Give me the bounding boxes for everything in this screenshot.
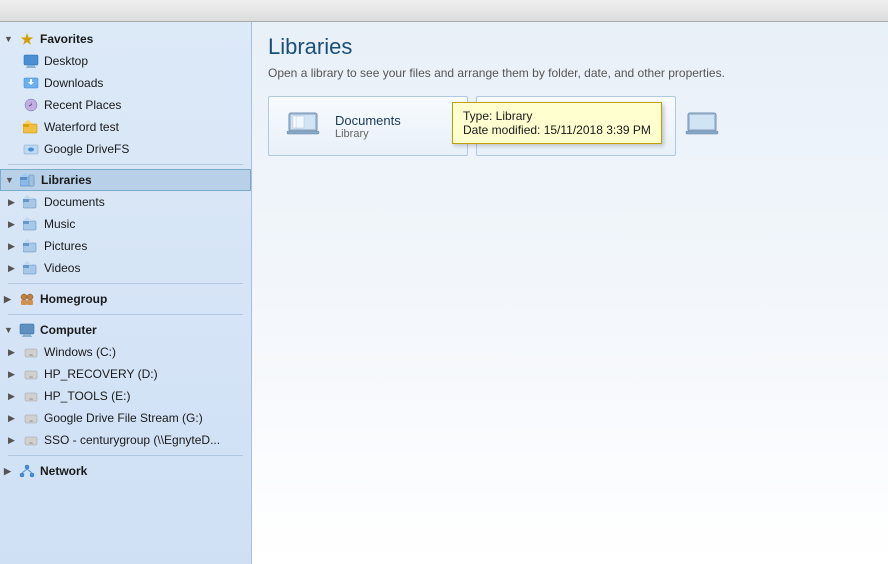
sidebar-item-google-drive-g[interactable]: ▶ Google Drive File Stream (G:) bbox=[0, 407, 251, 429]
computer-arrow: ▼ bbox=[4, 325, 16, 335]
library-grid: Documents Library Musi bbox=[268, 96, 872, 156]
sidebar-item-documents[interactable]: ▶ Documents bbox=[0, 191, 251, 213]
content-area: Libraries Open a library to see your fil… bbox=[252, 22, 888, 564]
homegroup-label: Homegroup bbox=[40, 292, 107, 306]
music-lib-icon bbox=[22, 216, 40, 232]
libraries-section: ▼ Libraries ▶ Documents ▶ Music bbox=[0, 169, 251, 279]
hp-recovery-d-icon bbox=[22, 366, 40, 382]
music-lib-item-type: Library bbox=[543, 128, 577, 140]
sidebar-item-sso-century[interactable]: ▶ SSO - centurygroup (\\EgnyteD... bbox=[0, 429, 251, 451]
libraries-arrow: ▼ bbox=[5, 175, 17, 185]
network-arrow: ▶ bbox=[4, 466, 16, 477]
sidebar-item-music[interactable]: ▶ Music bbox=[0, 213, 251, 235]
favorites-arrow: ▼ bbox=[4, 34, 16, 44]
waterford-icon bbox=[22, 119, 40, 135]
desktop-icon bbox=[22, 53, 40, 69]
videos-lib-icon bbox=[22, 260, 40, 276]
favorites-header[interactable]: ▼ ★ Favorites bbox=[0, 28, 251, 50]
page-title: Libraries bbox=[268, 34, 872, 60]
windows-c-label: Windows (C:) bbox=[44, 345, 116, 359]
divider-2 bbox=[8, 283, 243, 284]
sso-century-label: SSO - centurygroup (\\EgnyteD... bbox=[44, 433, 220, 447]
extra-lib-item-icon bbox=[684, 106, 724, 146]
sidebar-item-waterford[interactable]: Waterford test bbox=[0, 116, 251, 138]
homegroup-arrow: ▶ bbox=[4, 294, 16, 305]
hp-tools-e-icon bbox=[22, 388, 40, 404]
sidebar-item-pictures[interactable]: ▶ Pictures bbox=[0, 235, 251, 257]
google-drive-g-label: Google Drive File Stream (G:) bbox=[44, 411, 203, 425]
library-item-extra[interactable] bbox=[684, 96, 744, 156]
documents-lib-item-icon bbox=[285, 106, 325, 146]
computer-section: ▼ Computer ▶ Windows (C:) ▶ HP_RECOVERY … bbox=[0, 319, 251, 451]
documents-lib-icon bbox=[22, 194, 40, 210]
documents-lib-item-type: Library bbox=[335, 128, 401, 140]
library-item-documents[interactable]: Documents Library bbox=[268, 96, 468, 156]
sidebar-item-videos[interactable]: ▶ Videos bbox=[0, 257, 251, 279]
music-lib-item-icon bbox=[493, 106, 533, 146]
windows-c-icon bbox=[22, 344, 40, 360]
sidebar-item-hp-tools-e[interactable]: ▶ HP_TOOLS (E:) bbox=[0, 385, 251, 407]
libraries-icon bbox=[19, 172, 37, 188]
divider-4 bbox=[8, 455, 243, 456]
computer-icon bbox=[18, 322, 36, 338]
downloads-label: Downloads bbox=[44, 76, 103, 90]
music-lib-item-name: Music bbox=[543, 113, 577, 128]
sidebar-item-downloads[interactable]: Downloads bbox=[0, 72, 251, 94]
hp-tools-e-label: HP_TOOLS (E:) bbox=[44, 389, 130, 403]
google-drive-g-icon bbox=[22, 410, 40, 426]
recent-places-label: Recent Places bbox=[44, 98, 121, 112]
divider-3 bbox=[8, 314, 243, 315]
network-header[interactable]: ▶ Network bbox=[0, 460, 251, 482]
computer-label: Computer bbox=[40, 323, 97, 337]
sidebar-item-recent-places[interactable]: Recent Places bbox=[0, 94, 251, 116]
divider-1 bbox=[8, 164, 243, 165]
homegroup-icon bbox=[18, 291, 36, 307]
sidebar-item-windows-c[interactable]: ▶ Windows (C:) bbox=[0, 341, 251, 363]
sso-century-icon bbox=[22, 432, 40, 448]
google-drivefs-label: Google DriveFS bbox=[44, 142, 129, 156]
documents-lib-item-name: Documents bbox=[335, 113, 401, 128]
libraries-header[interactable]: ▼ Libraries bbox=[0, 169, 251, 191]
network-label: Network bbox=[40, 464, 87, 478]
pictures-lib-icon bbox=[22, 238, 40, 254]
homegroup-header[interactable]: ▶ Homegroup bbox=[0, 288, 251, 310]
videos-lib-label: Videos bbox=[44, 261, 80, 275]
page-subtitle: Open a library to see your files and arr… bbox=[268, 66, 872, 80]
hp-recovery-d-label: HP_RECOVERY (D:) bbox=[44, 367, 158, 381]
favorites-section: ▼ ★ Favorites Desktop Downloads bbox=[0, 28, 251, 160]
downloads-icon bbox=[22, 75, 40, 91]
google-drivefs-icon bbox=[22, 141, 40, 157]
music-lib-label: Music bbox=[44, 217, 75, 231]
documents-lib-label: Documents bbox=[44, 195, 105, 209]
desktop-label: Desktop bbox=[44, 54, 88, 68]
libraries-label: Libraries bbox=[41, 173, 92, 187]
favorites-label: Favorites bbox=[40, 32, 93, 46]
top-bar bbox=[0, 0, 888, 22]
favorites-icon: ★ bbox=[18, 31, 36, 47]
computer-header[interactable]: ▼ Computer bbox=[0, 319, 251, 341]
main-area: ▼ ★ Favorites Desktop Downloads bbox=[0, 22, 888, 564]
network-icon bbox=[18, 463, 36, 479]
sidebar-item-google-drivefs[interactable]: Google DriveFS bbox=[0, 138, 251, 160]
sidebar-item-desktop[interactable]: Desktop bbox=[0, 50, 251, 72]
sidebar: ▼ ★ Favorites Desktop Downloads bbox=[0, 22, 252, 564]
recent-places-icon bbox=[22, 97, 40, 113]
pictures-lib-label: Pictures bbox=[44, 239, 87, 253]
homegroup-section: ▶ Homegroup bbox=[0, 288, 251, 310]
sidebar-item-hp-recovery-d[interactable]: ▶ HP_RECOVERY (D:) bbox=[0, 363, 251, 385]
network-section: ▶ Network bbox=[0, 460, 251, 482]
waterford-label: Waterford test bbox=[44, 120, 119, 134]
library-item-music[interactable]: Music Library bbox=[476, 96, 676, 156]
